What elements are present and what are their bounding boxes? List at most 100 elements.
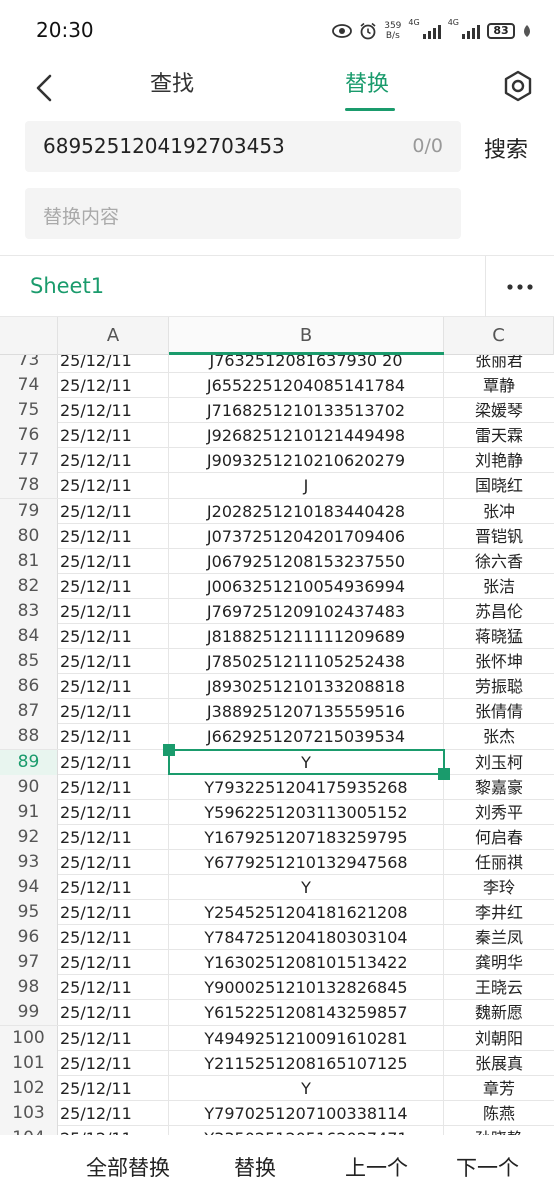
next-match-button[interactable]: 下一个 [456, 1152, 519, 1182]
cell-name[interactable]: 李井红 [444, 900, 554, 925]
cell-name[interactable]: 国晓红 [444, 473, 554, 498]
cell-date[interactable]: 25/12/11 [58, 1100, 169, 1126]
cell-date[interactable]: 25/12/11 [58, 950, 169, 976]
cell-name[interactable]: 孙晓静 [444, 1126, 554, 1135]
cell-order-id[interactable]: J8930251210133208818 [169, 674, 444, 700]
cell-order-id[interactable]: J0737251204201709406 [169, 523, 444, 549]
cell-name[interactable]: 魏新愿 [444, 1000, 554, 1025]
tab-find[interactable]: 查找 [150, 70, 194, 110]
cell-date[interactable]: 25/12/11 [58, 398, 169, 424]
cell-name[interactable]: 王晓云 [444, 975, 554, 1000]
back-button[interactable] [28, 70, 64, 106]
cell-name[interactable]: 蒋晓猛 [444, 624, 554, 649]
cell-date[interactable]: 25/12/11 [58, 598, 169, 624]
cell-order-id[interactable]: Y1679251207183259795 [169, 824, 444, 850]
cell-order-id[interactable]: Y [169, 749, 444, 775]
cell-order-id[interactable]: Y2545251204181621208 [169, 900, 444, 926]
cell-order-id[interactable]: Y6779251210132947568 [169, 849, 444, 875]
row-number[interactable]: 76 [0, 423, 58, 449]
cell-order-id[interactable]: Y [169, 1075, 444, 1101]
cell-order-id[interactable]: Y7932251204175935268 [169, 774, 444, 800]
replace-all-button[interactable]: 全部替换 [86, 1152, 170, 1182]
row-number[interactable]: 100 [0, 1025, 58, 1051]
cell-name[interactable]: 雷天霖 [444, 423, 554, 448]
cell-name[interactable]: 刘玉柯 [444, 750, 554, 775]
row-number[interactable]: 90 [0, 774, 58, 800]
cell-name[interactable]: 龚明华 [444, 950, 554, 975]
cell-name[interactable]: 晋铠钒 [444, 524, 554, 549]
cell-order-id[interactable]: J9268251210121449498 [169, 423, 444, 449]
row-number[interactable]: 101 [0, 1050, 58, 1076]
cell-order-id[interactable]: Y4949251210091610281 [169, 1025, 444, 1051]
cell-order-id[interactable]: J3889251207135559516 [169, 699, 444, 725]
row-number[interactable]: 80 [0, 523, 58, 549]
row-number[interactable]: 93 [0, 849, 58, 875]
cell-date[interactable]: 25/12/11 [58, 448, 169, 474]
header-corner[interactable] [0, 317, 58, 355]
cell-date[interactable]: 25/12/11 [58, 473, 169, 499]
cell-name[interactable]: 张冲 [444, 499, 554, 524]
cell-name[interactable]: 刘艳静 [444, 448, 554, 473]
cell-name[interactable]: 苏昌伦 [444, 599, 554, 624]
cell-name[interactable]: 劳振聪 [444, 674, 554, 699]
cell-date[interactable]: 25/12/11 [58, 624, 169, 650]
cell-name[interactable]: 张倩倩 [444, 699, 554, 724]
cell-order-id[interactable]: J7168251210133513702 [169, 398, 444, 424]
cell-order-id[interactable]: J8188251211111209689 [169, 624, 444, 650]
row-number[interactable]: 87 [0, 699, 58, 725]
cell-order-id[interactable]: Y6152251208143259857 [169, 1000, 444, 1026]
cell-name[interactable]: 张展真 [444, 1051, 554, 1076]
cell-date[interactable]: 25/12/11 [58, 498, 169, 524]
cell-date[interactable]: 25/12/11 [58, 674, 169, 700]
cell-name[interactable]: 何启春 [444, 825, 554, 850]
cell-name[interactable]: 张杰 [444, 724, 554, 749]
cell-date[interactable]: 25/12/11 [58, 900, 169, 926]
cell-date[interactable]: 25/12/11 [58, 774, 169, 800]
cell-date[interactable]: 25/12/11 [58, 1000, 169, 1026]
cell-name[interactable]: 刘朝阳 [444, 1026, 554, 1051]
cell-order-id[interactable]: Y [169, 874, 444, 900]
row-number[interactable]: 99 [0, 1000, 58, 1026]
cell-name[interactable]: 张怀坤 [444, 649, 554, 674]
column-header-c[interactable]: C [444, 317, 554, 355]
cell-order-id[interactable]: J9093251210210620279 [169, 448, 444, 474]
cell-date[interactable]: 25/12/11 [58, 423, 169, 449]
cell-order-id[interactable]: J7697251209102437483 [169, 598, 444, 624]
row-number[interactable]: 83 [0, 598, 58, 624]
row-number[interactable]: 103 [0, 1100, 58, 1126]
row-number[interactable]: 82 [0, 573, 58, 599]
cell-order-id[interactable]: J7850251211105252438 [169, 649, 444, 675]
column-header-b[interactable]: B [169, 317, 444, 355]
cell-date[interactable]: 25/12/11 [58, 749, 169, 775]
row-number[interactable]: 91 [0, 799, 58, 825]
row-number[interactable]: 89 [0, 749, 58, 775]
row-number[interactable]: 77 [0, 448, 58, 474]
row-number[interactable]: 79 [0, 498, 58, 524]
cell-date[interactable]: 25/12/11 [58, 925, 169, 951]
row-number[interactable]: 85 [0, 649, 58, 675]
replace-button[interactable]: 替换 [234, 1152, 276, 1182]
cell-order-id[interactable]: Y5962251203113005152 [169, 799, 444, 825]
cell-date[interactable]: 25/12/11 [58, 724, 169, 750]
row-number[interactable]: 96 [0, 925, 58, 951]
cell-order-id[interactable]: Y7847251204180303104 [169, 925, 444, 951]
cell-order-id[interactable]: Y1630251208101513422 [169, 950, 444, 976]
cell-date[interactable]: 25/12/11 [58, 523, 169, 549]
cell-name[interactable]: 陈燕 [444, 1101, 554, 1126]
more-button[interactable] [502, 272, 538, 302]
column-header-a[interactable]: A [58, 317, 169, 355]
cell-order-id[interactable]: J6629251207215039534 [169, 724, 444, 750]
cell-name[interactable]: 黎嘉豪 [444, 775, 554, 800]
row-number[interactable]: 74 [0, 373, 58, 399]
row-number[interactable]: 102 [0, 1075, 58, 1101]
row-number[interactable]: 92 [0, 824, 58, 850]
cell-date[interactable]: 25/12/11 [58, 1125, 169, 1135]
row-number[interactable]: 75 [0, 398, 58, 424]
settings-button[interactable] [500, 68, 536, 104]
cell-order-id[interactable]: J0063251210054936994 [169, 573, 444, 599]
cell-date[interactable]: 25/12/11 [58, 573, 169, 599]
cell-date[interactable]: 25/12/11 [58, 373, 169, 399]
cell-name[interactable]: 章芳 [444, 1076, 554, 1101]
row-number[interactable]: 95 [0, 900, 58, 926]
row-number[interactable]: 86 [0, 674, 58, 700]
